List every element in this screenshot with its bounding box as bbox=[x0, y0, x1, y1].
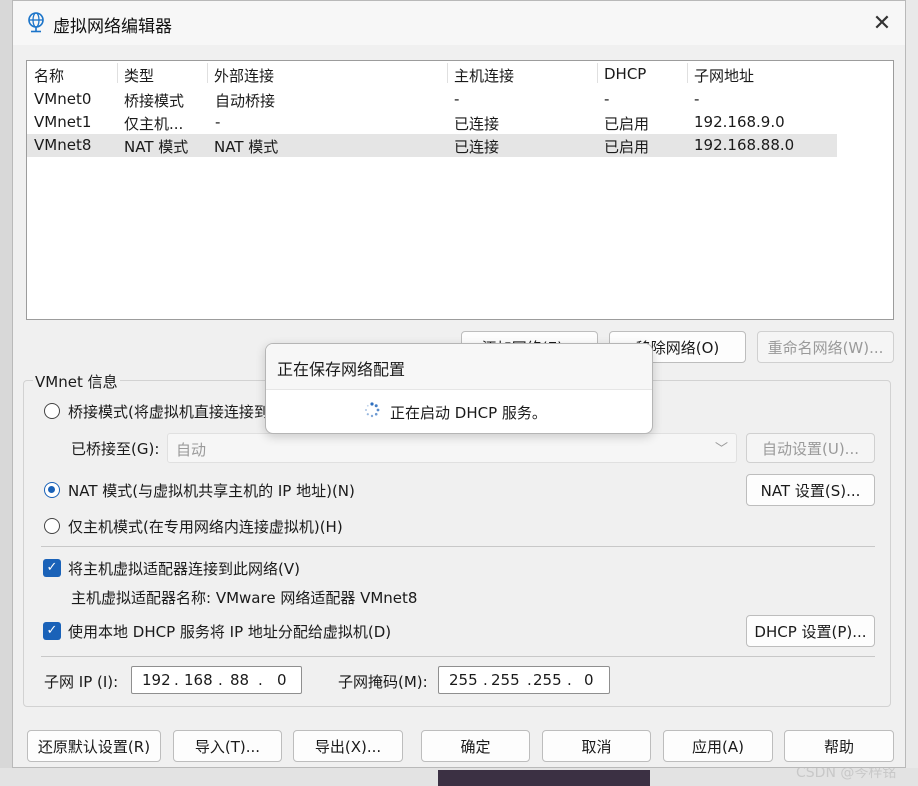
cell-type: 桥接模式 bbox=[124, 92, 185, 110]
ip-dot: . bbox=[483, 671, 488, 689]
ip-dot: . bbox=[218, 671, 223, 689]
column-separator bbox=[597, 63, 598, 83]
cell-host: 已连接 bbox=[454, 115, 500, 133]
column-header-dhcp[interactable]: DHCP bbox=[604, 65, 646, 83]
ip-octet: 168 bbox=[184, 671, 213, 689]
ok-button[interactable]: 确定 bbox=[421, 730, 530, 762]
connect-adapter-label[interactable]: 将主机虚拟适配器连接到此网络(V) bbox=[68, 558, 300, 579]
close-icon: ✕ bbox=[872, 10, 892, 36]
table-row-selected[interactable]: VMnet8 NAT 模式 NAT 模式 已连接 已启用 192.168.88.… bbox=[27, 134, 837, 157]
dhcp-settings-button[interactable]: DHCP 设置(P)... bbox=[746, 615, 875, 647]
connect-adapter-checkbox[interactable]: ✓ bbox=[43, 559, 61, 577]
export-button[interactable]: 导出(X)... bbox=[293, 730, 403, 762]
restore-defaults-button[interactable]: 还原默认设置(R) bbox=[27, 730, 161, 762]
cell-external: NAT 模式 bbox=[214, 138, 279, 156]
globe-network-icon bbox=[28, 12, 44, 33]
import-button[interactable]: 导入(T)... bbox=[173, 730, 282, 762]
background-banner bbox=[438, 770, 650, 786]
table-row[interactable]: VMnet1 仅主机... - 已连接 已启用 192.168.9.0 bbox=[27, 111, 837, 134]
host-only-label[interactable]: 仅主机模式(在专用网络内连接虚拟机)(H) bbox=[68, 516, 343, 537]
cell-dhcp: 已启用 bbox=[604, 115, 650, 133]
subnet-ip-label: 子网 IP (I): bbox=[44, 673, 119, 691]
bridged-to-value: 自动 bbox=[176, 441, 207, 459]
host-only-radio[interactable] bbox=[44, 518, 60, 534]
table-row[interactable]: VMnet0 桥接模式 自动桥接 - - - bbox=[27, 88, 837, 111]
bridged-to-select[interactable]: 自动 ﹀ bbox=[167, 433, 737, 463]
ip-dot: . bbox=[258, 671, 263, 689]
cell-subnet: 192.168.88.0 bbox=[694, 136, 795, 154]
ip-dot: . bbox=[174, 671, 179, 689]
column-separator bbox=[447, 63, 448, 83]
divider bbox=[41, 656, 875, 657]
saving-progress-dialog: 正在保存网络配置 正在启动 DHCP 服务。 bbox=[265, 343, 653, 434]
mask-octet: 255 bbox=[491, 671, 520, 689]
column-header-subnet[interactable]: 子网地址 bbox=[694, 65, 754, 86]
cell-dhcp: 已启用 bbox=[604, 138, 650, 156]
adapter-name-text: 主机虚拟适配器名称: VMware 网络适配器 VMnet8 bbox=[71, 589, 418, 607]
subnet-mask-label: 子网掩码(M): bbox=[338, 673, 428, 691]
column-header-external[interactable]: 外部连接 bbox=[214, 65, 274, 86]
nat-mode-label[interactable]: NAT 模式(与虚拟机共享主机的 IP 地址)(N) bbox=[68, 480, 355, 501]
bridged-mode-radio[interactable] bbox=[44, 403, 60, 419]
cell-subnet: - bbox=[694, 90, 700, 108]
dhcp-label[interactable]: 使用本地 DHCP 服务将 IP 地址分配给虚拟机(D) bbox=[68, 621, 391, 642]
ip-dot: . bbox=[567, 671, 572, 689]
column-separator bbox=[117, 63, 118, 83]
ip-octet: 88 bbox=[230, 671, 250, 689]
subnet-ip-input[interactable]: 192 . 168 . 88 . 0 bbox=[131, 666, 302, 694]
ip-octet: 0 bbox=[277, 671, 287, 689]
column-header-name[interactable]: 名称 bbox=[34, 65, 64, 86]
mask-octet: 255 bbox=[449, 671, 478, 689]
cell-type: 仅主机... bbox=[124, 115, 184, 133]
ip-dot: . bbox=[527, 671, 532, 689]
ip-octet: 192 bbox=[142, 671, 171, 689]
cell-type: NAT 模式 bbox=[124, 138, 189, 156]
auto-settings-button[interactable]: 自动设置(U)... bbox=[746, 433, 875, 463]
list-header: 名称 类型 外部连接 主机连接 DHCP 子网地址 bbox=[27, 61, 837, 86]
dialog-message: 正在启动 DHCP 服务。 bbox=[390, 404, 547, 422]
cell-host: 已连接 bbox=[454, 138, 500, 156]
cancel-button[interactable]: 取消 bbox=[542, 730, 651, 762]
cell-host: - bbox=[454, 90, 460, 108]
dialog-title: 正在保存网络配置 bbox=[277, 360, 406, 379]
bridged-to-label: 已桥接至(G): bbox=[71, 440, 160, 458]
dhcp-checkbox[interactable]: ✓ bbox=[43, 622, 61, 640]
cell-external: 自动桥接 bbox=[215, 92, 276, 110]
network-list[interactable]: 名称 类型 外部连接 主机连接 DHCP 子网地址 VMnet0 桥接模式 自动… bbox=[26, 60, 894, 320]
cell-name: VMnet0 bbox=[34, 90, 92, 108]
nat-settings-button[interactable]: NAT 设置(S)... bbox=[746, 474, 875, 506]
cell-name: VMnet1 bbox=[34, 113, 92, 131]
close-button[interactable]: ✕ bbox=[859, 1, 905, 45]
mask-octet: 0 bbox=[584, 671, 594, 689]
cell-external: - bbox=[215, 113, 221, 131]
column-header-host[interactable]: 主机连接 bbox=[454, 65, 514, 86]
divider bbox=[41, 546, 875, 547]
cell-dhcp: - bbox=[604, 90, 610, 108]
spinner-icon bbox=[365, 402, 380, 418]
dialog-header: 正在保存网络配置 bbox=[266, 344, 652, 390]
cell-subnet: 192.168.9.0 bbox=[694, 113, 785, 131]
nat-mode-radio[interactable] bbox=[44, 482, 60, 498]
column-header-type[interactable]: 类型 bbox=[124, 65, 154, 86]
column-separator bbox=[687, 63, 688, 83]
background-strip bbox=[906, 0, 918, 786]
vmnet-info-title: VMnet 信息 bbox=[33, 371, 120, 392]
window-title: 虚拟网络编辑器 bbox=[53, 17, 172, 37]
mask-octet: 255 bbox=[533, 671, 562, 689]
apply-button[interactable]: 应用(A) bbox=[663, 730, 773, 762]
chevron-down-icon: ﹀ bbox=[714, 442, 728, 457]
column-separator bbox=[207, 63, 208, 83]
cell-name: VMnet8 bbox=[34, 136, 92, 154]
rename-network-button[interactable]: 重命名网络(W)... bbox=[757, 331, 894, 363]
subnet-mask-input[interactable]: 255 . 255 . 255 . 0 bbox=[438, 666, 610, 694]
title-bar[interactable]: 虚拟网络编辑器 ✕ bbox=[13, 1, 905, 45]
help-button[interactable]: 帮助 bbox=[784, 730, 894, 762]
